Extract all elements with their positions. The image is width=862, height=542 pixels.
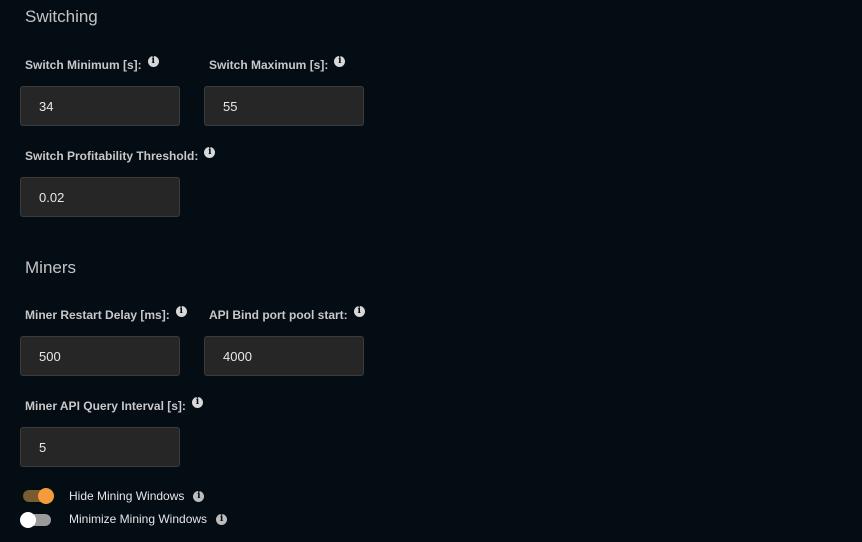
hide-windows-toggle[interactable] [23,488,54,504]
switch-minimum-label: Switch Minimum [s]: i [25,55,159,72]
switch-maximum-input[interactable] [204,86,364,126]
minimize-windows-label: Minimize Mining Windows i [69,512,228,526]
info-icon[interactable]: i [204,146,216,158]
section-title-switching: Switching [25,7,98,26]
query-interval-label: Miner API Query Interval [s]: i [25,396,203,413]
label-text: Miner API Query Interval [s]: [25,399,186,413]
api-port-input[interactable] [204,336,364,376]
info-icon[interactable]: i [334,55,346,67]
info-icon[interactable]: i [353,305,365,317]
hide-windows-label: Hide Mining Windows i [69,489,205,503]
api-port-label: API Bind port pool start: i [209,305,365,322]
label-text: Switch Profitability Threshold: [25,149,199,163]
switch-minimum-input[interactable] [20,86,180,126]
profitability-threshold-input[interactable] [20,177,180,217]
label-text: Miner Restart Delay [ms]: [25,308,170,322]
restart-delay-label: Miner Restart Delay [ms]: i [25,305,187,322]
switch-maximum-label: Switch Maximum [s]: i [209,55,346,72]
label-text: API Bind port pool start: [209,308,348,322]
info-icon[interactable]: i [193,490,205,502]
section-title-miners: Miners [25,258,77,277]
restart-delay-input[interactable] [20,336,180,376]
query-interval-input[interactable] [20,427,180,467]
info-icon[interactable]: i [191,396,203,408]
label-text: Hide Mining Windows [69,489,185,503]
info-icon[interactable]: i [216,513,228,525]
label-text: Minimize Mining Windows [69,512,208,526]
profitability-threshold-label: Switch Profitability Threshold: i [25,146,216,163]
toggle-knob [20,512,36,528]
minimize-windows-toggle[interactable] [20,512,51,528]
label-text: Switch Minimum [s]: [25,58,142,72]
info-icon[interactable]: i [147,55,159,67]
label-text: Switch Maximum [s]: [209,58,329,72]
toggle-knob [38,488,54,504]
info-icon[interactable]: i [175,305,187,317]
